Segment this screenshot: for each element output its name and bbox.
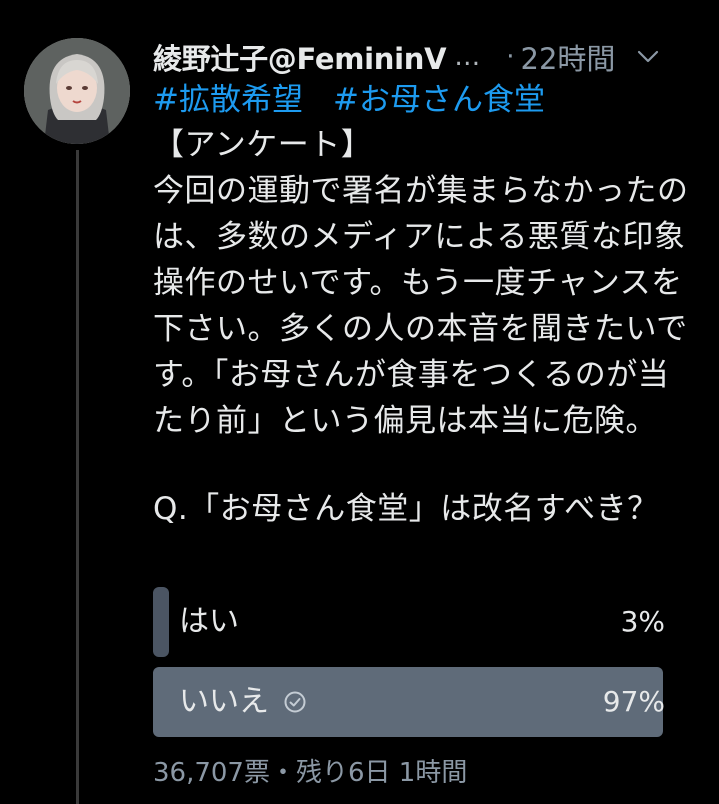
tweet-content: 綾野辻子@FemininV … · 22時間 #拡散希望 #お母さん食堂 【アン…	[153, 34, 698, 532]
hashtag-row: #拡散希望 #お母さん食堂	[153, 78, 698, 122]
avatar-image	[24, 38, 130, 144]
poll-option-label: いいえ	[179, 684, 269, 719]
tweet-text: 【アンケート】 今回の運動で署名が集まらなかったのは、多数のメディアによる悪質な…	[153, 127, 689, 439]
poll-option-percent: 97%	[602, 685, 665, 718]
poll: はい 3% いいえ 97%	[153, 587, 679, 747]
separator-dot: ·	[506, 42, 515, 72]
check-circle-icon	[283, 690, 307, 714]
display-name[interactable]: 綾野辻子@FemininV	[153, 36, 447, 78]
poll-option[interactable]: いいえ 97%	[153, 667, 679, 737]
name-ellipsis: …	[454, 42, 481, 72]
poll-bar	[153, 587, 169, 657]
poll-question: Q.「お母さん食堂」は改名すべき？	[153, 491, 659, 527]
poll-option-label: はい	[179, 604, 239, 639]
hashtag-link[interactable]: #拡散希望	[153, 78, 303, 122]
avatar[interactable]	[24, 38, 130, 144]
thread-line	[76, 150, 79, 804]
footer-dot: ・	[269, 758, 296, 788]
hashtag-link[interactable]: #お母さん食堂	[333, 78, 545, 122]
tweet-header: 綾野辻子@FemininV … · 22時間	[153, 34, 698, 80]
chevron-down-icon[interactable]	[637, 50, 659, 64]
time-remaining: 残り6日 1時間	[296, 758, 468, 788]
vote-count: 36,707票	[153, 758, 270, 788]
poll-option-percent: 3%	[620, 605, 665, 638]
poll-option[interactable]: はい 3%	[153, 587, 679, 657]
timestamp[interactable]: 22時間	[521, 36, 616, 78]
poll-footer: 36,707票・残り6日 1時間	[153, 752, 467, 789]
